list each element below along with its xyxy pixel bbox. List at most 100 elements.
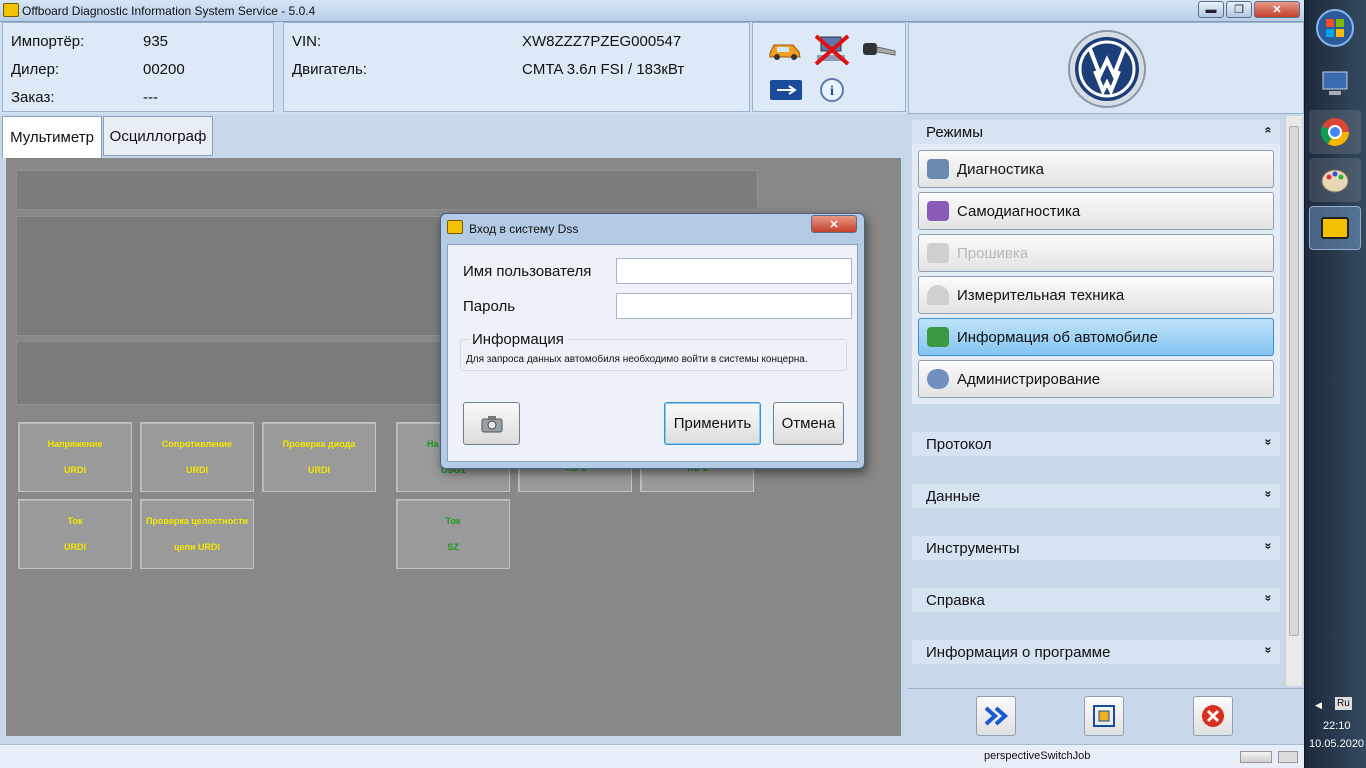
exit-button[interactable] [1193, 696, 1233, 736]
info-text: Для запроса данных автомобиля необходимо… [466, 354, 808, 365]
cancel-button[interactable]: Отмена [773, 402, 844, 445]
tray-arrow-icon[interactable]: ◀ [1315, 700, 1322, 711]
help-section-header[interactable]: Справка» [912, 588, 1280, 612]
dialog-title: Вход в систему Dss [469, 222, 579, 236]
tile-voltage-urdi[interactable]: Напряжение URDI [18, 422, 132, 492]
order-label: Заказ: [11, 89, 55, 106]
dialog-body: Имя пользователя Пароль Информация Для з… [447, 244, 858, 462]
double-arrow-icon [984, 706, 1009, 726]
about-section-header[interactable]: Информация о программе» [912, 640, 1280, 664]
brand-logo-area [908, 22, 1304, 114]
window-title: Offboard Diagnostic Information System S… [22, 4, 316, 18]
navigation-panel: Режимы « Диагностика Самодиагностика Про… [908, 22, 1304, 744]
mode-diagnostics-button[interactable]: Диагностика [918, 150, 1274, 188]
close-circle-icon [1202, 705, 1224, 727]
mode-administration-button[interactable]: Администрирование [918, 360, 1274, 398]
title-bar: Offboard Diagnostic Information System S… [0, 0, 1304, 22]
tile-resistance-urdi[interactable]: Сопротивление URDI [140, 422, 254, 492]
language-indicator[interactable]: Ru [1335, 697, 1352, 710]
vw-logo-icon [1068, 30, 1146, 108]
flashing-icon [927, 243, 949, 263]
username-input[interactable] [616, 258, 852, 284]
tab-oscilloscope[interactable]: Осциллограф [103, 116, 213, 156]
dialog-app-icon [447, 220, 463, 234]
expand-icon[interactable]: » [1262, 543, 1276, 550]
fit-screen-icon [1093, 705, 1115, 727]
mode-flashing-button[interactable]: Прошивка [918, 234, 1274, 272]
tile-current-urdi[interactable]: Ток URDI [18, 499, 132, 569]
gauge-icon [927, 285, 949, 305]
vin-label: VIN: [292, 33, 322, 50]
status-progress [1240, 751, 1272, 763]
dealer-label: Дилер: [11, 61, 60, 78]
clock-date[interactable]: 10.05.2020 [1309, 738, 1364, 750]
camera-button[interactable] [463, 402, 520, 445]
expand-icon[interactable]: » [1262, 439, 1276, 446]
navigation-scrollbar[interactable] [1285, 116, 1302, 686]
mode-self-diagnostics-button[interactable]: Самодиагностика [918, 192, 1274, 230]
tools-section-header[interactable]: Инструменты» [912, 536, 1280, 560]
dss-login-dialog: Вход в систему Dss ✕ Имя пользователя Па… [440, 213, 865, 469]
mode-vehicle-info-button[interactable]: Информация об автомобиле [918, 318, 1274, 356]
measurement-display-top [16, 170, 758, 210]
taskbar-remote-desktop[interactable] [1309, 62, 1361, 106]
apply-button[interactable]: Применить [664, 402, 761, 445]
username-label: Имя пользователя [463, 263, 592, 280]
stethoscope-icon [927, 159, 949, 179]
odis-engine-icon [1321, 217, 1349, 239]
dealer-value: 00200 [143, 61, 185, 78]
books-icon [927, 327, 949, 347]
expand-icon[interactable]: » [1262, 491, 1276, 498]
dialog-close-button[interactable]: ✕ [811, 215, 857, 233]
start-button[interactable] [1309, 6, 1361, 50]
action-bar [908, 688, 1304, 744]
mode-measurement-button[interactable]: Измерительная техника [918, 276, 1274, 314]
tab-multimeter[interactable]: Мультиметр [2, 116, 102, 158]
status-icons-panel: i [752, 22, 906, 112]
self-diagnostics-icon [927, 201, 949, 221]
car-icon[interactable] [767, 37, 803, 61]
app-icon [3, 3, 19, 17]
data-section-header[interactable]: Данные» [912, 484, 1280, 508]
modes-section-header[interactable]: Режимы « [912, 120, 1280, 144]
status-indicator [1278, 751, 1298, 763]
info-icon[interactable]: i [819, 77, 845, 103]
taskbar-chrome[interactable] [1309, 110, 1361, 154]
importer-label: Импортёр: [11, 33, 85, 50]
forward-button[interactable] [976, 696, 1016, 736]
status-bar: perspectiveSwitchJob [0, 744, 1304, 768]
info-group-title: Информация [469, 331, 567, 348]
password-input[interactable] [616, 293, 852, 319]
minimize-button[interactable]: ▬ [1198, 1, 1224, 18]
protocol-section-header[interactable]: Протокол» [912, 432, 1280, 456]
tile-current-sz[interactable]: Ток SZ [396, 499, 510, 569]
order-value: --- [143, 89, 158, 106]
scrollbar-thumb[interactable] [1289, 126, 1299, 636]
importer-value: 935 [143, 33, 169, 50]
expand-icon[interactable]: » [1262, 595, 1276, 602]
dealer-info-panel: Импортёр: 935 Дилер: 00200 Заказ: --- [2, 22, 274, 112]
engine-label: Двигатель: [292, 61, 367, 78]
chrome-icon [1320, 118, 1349, 146]
taskbar-odis[interactable] [1309, 206, 1361, 250]
engine-value: CMTA 3.6л FSI / 183кВт [522, 61, 685, 78]
tile-continuity-urdi[interactable]: Проверка целостности цепи URDI [140, 499, 254, 569]
collapse-icon[interactable]: « [1262, 127, 1276, 134]
info-group: Информация Для запроса данных автомобиля… [460, 331, 847, 371]
usb-icon[interactable] [769, 79, 803, 101]
maximize-button[interactable]: ❐ [1226, 1, 1252, 18]
close-button[interactable]: ✕ [1254, 1, 1300, 18]
screen-capture-button[interactable] [1084, 696, 1124, 736]
key-icon[interactable] [861, 37, 899, 61]
vehicle-info-panel: VIN: XW8ZZZ7PZEG000547 Двигатель: CMTA 3… [283, 22, 750, 112]
paint-palette-icon [1321, 169, 1349, 193]
taskbar-paint[interactable] [1309, 158, 1361, 202]
vin-value: XW8ZZZ7PZEG000547 [522, 33, 682, 50]
clock-time[interactable]: 22:10 [1323, 720, 1351, 732]
windows-start-icon [1316, 9, 1354, 47]
network-disconnected-icon[interactable] [813, 33, 851, 67]
svg-text:i: i [830, 84, 834, 99]
tile-diode-test-urdi[interactable]: Проверка диода URDI [262, 422, 376, 492]
expand-icon[interactable]: » [1262, 647, 1276, 654]
windows-taskbar: ◀ Ru 22:10 10.05.2020 [1304, 0, 1366, 768]
